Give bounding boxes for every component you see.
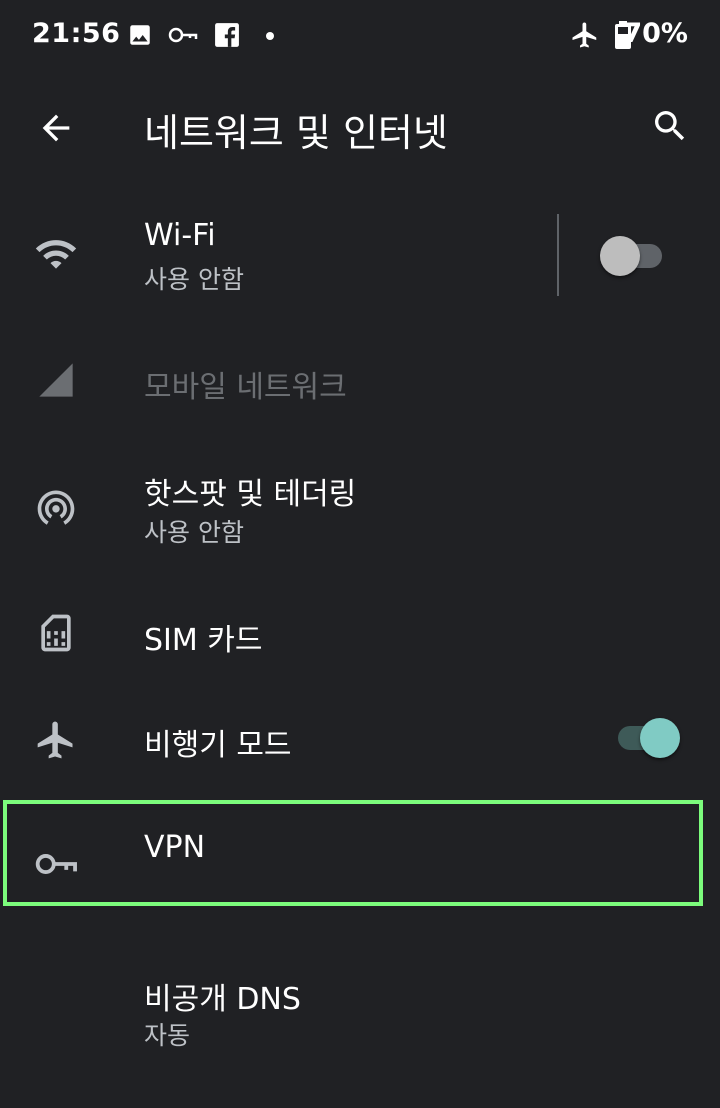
hotspot-title: 핫스팟 및 테더링 bbox=[144, 477, 357, 512]
image-icon bbox=[130, 25, 150, 45]
vpn-title: VPN bbox=[144, 830, 206, 865]
wifi-divider bbox=[557, 214, 559, 296]
hotspot-item[interactable]: 핫스팟 및 테더링 사용 안함 bbox=[0, 445, 720, 575]
wifi-toggle[interactable] bbox=[598, 230, 666, 282]
arrow-back-icon[interactable] bbox=[36, 108, 76, 148]
app-bar: 네트워크 및 인터넷 bbox=[0, 72, 720, 184]
battery-percent: 70% bbox=[623, 18, 688, 49]
mobile-network-title: 모바일 네트워크 bbox=[144, 370, 347, 405]
vpn-key-icon bbox=[35, 854, 77, 874]
airplane-icon bbox=[37, 721, 73, 759]
facebook-icon bbox=[215, 23, 239, 47]
sim-card-title: SIM 카드 bbox=[144, 623, 263, 658]
wifi-subtitle: 사용 안함 bbox=[144, 265, 244, 294]
airplane-mode-title: 비행기 모드 bbox=[144, 728, 292, 763]
sim-card-item[interactable]: SIM 카드 bbox=[0, 585, 720, 685]
key-icon bbox=[168, 27, 198, 43]
private-dns-subtitle: 자동 bbox=[144, 1021, 191, 1050]
page-title: 네트워크 및 인터넷 bbox=[144, 111, 448, 155]
private-dns-title: 비공개 DNS bbox=[144, 982, 301, 1017]
status-time: 21:56 bbox=[32, 18, 121, 49]
vpn-item[interactable]: VPN bbox=[0, 804, 720, 904]
wifi-icon bbox=[35, 240, 77, 269]
hotspot-icon bbox=[37, 490, 75, 525]
mobile-network-item[interactable]: 모바일 네트워크 bbox=[0, 330, 720, 430]
wifi-title: Wi-Fi bbox=[144, 218, 216, 253]
private-dns-item[interactable]: 비공개 DNS 자동 bbox=[0, 950, 720, 1070]
cell-signal-icon bbox=[39, 363, 73, 397]
search-icon[interactable] bbox=[650, 106, 690, 146]
hotspot-subtitle: 사용 안함 bbox=[144, 518, 244, 547]
dot-icon bbox=[266, 32, 274, 40]
sim-card-icon bbox=[41, 614, 71, 652]
airplane-icon bbox=[572, 22, 597, 48]
airplane-mode-toggle[interactable] bbox=[612, 712, 680, 764]
status-bar: 21:56 70% bbox=[0, 0, 720, 72]
